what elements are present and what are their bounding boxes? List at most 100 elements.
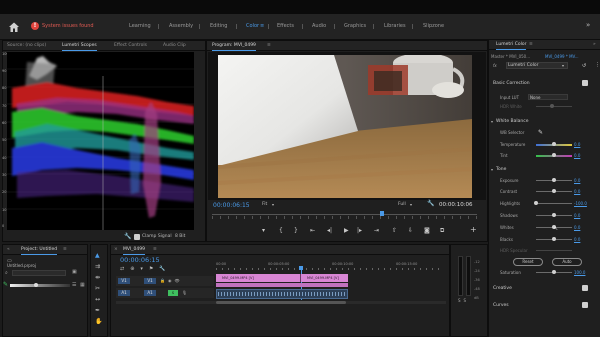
add-button-icon[interactable]: + [470,226,477,234]
wrench-icon[interactable]: 🔧 [124,234,131,240]
play-icon[interactable]: ▶ [344,228,349,234]
a1-track-label[interactable]: A1 [144,290,156,296]
program-timecode[interactable]: 00:00:06:15 [213,202,250,209]
highlights-value[interactable]: -100.0 [574,201,587,206]
go-to-in-icon[interactable]: ⇤ [310,228,315,234]
lumetri-side-menu-icon[interactable]: ⋮ [595,62,600,68]
workspace-editing[interactable]: Editing [210,23,227,29]
new-bin-icon[interactable]: ▣ [72,269,77,275]
thumbnail-slider-knob[interactable] [34,283,38,287]
program-menu-icon[interactable]: ≡ [267,43,271,48]
a1-mic-icon[interactable]: 🎙 [182,290,187,295]
workspace-graphics[interactable]: Graphics [344,23,366,29]
wrench-icon[interactable]: 🔧 [427,201,434,207]
section-white-balance[interactable]: White Balance [496,119,528,124]
timeline-tools-icons[interactable]: ⇄⊕▾⚑🔧 [120,266,172,272]
track-select-tool-icon[interactable]: ⇉ [95,263,100,270]
contrast-value[interactable]: 0.0 [574,189,580,194]
exposure-value[interactable]: 0.0 [574,178,580,183]
marker-icon[interactable]: ▾ [262,228,265,234]
quality-chevron-icon[interactable]: ▾ [410,202,412,207]
project-more-icon[interactable]: « [7,247,10,252]
step-forward-icon[interactable]: |▸ [357,228,362,234]
compare-icon[interactable]: ⧉ [440,228,444,234]
meter-solo-buttons[interactable]: SS [458,298,469,303]
system-warning-text[interactable]: System issues found [42,23,94,29]
slip-tool-icon[interactable]: ↔ [95,296,100,303]
more-workspaces-icon[interactable]: » [586,21,590,29]
curves-checkbox[interactable] [582,302,588,308]
timeline-scroll-thumb[interactable] [216,301,346,304]
lumetri-more-icon[interactable]: » [593,42,596,47]
program-scrub-bar[interactable] [212,214,477,215]
auto-button[interactable]: Auto [552,258,582,266]
workspace-slipzone[interactable]: Slipzone [423,23,444,29]
icon-view-icon[interactable]: ▦ [80,282,85,288]
video-clip[interactable]: MVI_0499.MP4 [V] [300,274,348,282]
warning-icon[interactable]: ! [31,22,39,30]
mark-out-icon[interactable]: } [294,228,298,234]
tab-lumetri-scopes[interactable]: Lumetri Scopes [62,43,97,51]
tab-audio-clip[interactable]: Audio Clip [163,43,186,48]
highlights-slider[interactable] [536,203,572,204]
eyedropper-icon[interactable]: ✎ [538,129,543,136]
workspace-learning[interactable]: Learning [129,23,151,29]
ripple-edit-tool-icon[interactable]: ⇹ [95,274,100,281]
video-clip[interactable]: MVI_0499.MP4 [V] [216,274,300,282]
section-tone[interactable]: Tone [496,167,506,172]
section-curves[interactable]: Curves [493,303,509,308]
program-title[interactable]: Program: MVI_0499 [212,43,256,51]
tab-source[interactable]: Source: (no clips) [7,43,46,48]
v1-track-controls[interactable]: 🔒◉👁 [160,278,183,283]
creative-checkbox[interactable] [582,285,588,291]
go-to-out-icon[interactable]: ⇥ [374,228,379,234]
camera-icon[interactable]: ◙ [424,228,430,234]
v1-source-patch[interactable]: V1 [118,278,130,284]
saturation-knob[interactable] [552,270,556,274]
v1-track-label[interactable]: V1 [144,278,156,284]
section-creative[interactable]: Creative [493,286,512,291]
pen-tool-icon[interactable]: ✒ [95,307,100,314]
step-back-icon[interactable]: ◂| [327,228,332,234]
a1-solo-button[interactable]: S [168,290,178,296]
whites-value[interactable]: 0.0 [574,225,580,230]
bit-depth-select[interactable]: 8 Bit [175,234,185,239]
temperature-knob[interactable] [552,142,556,146]
workspace-assembly[interactable]: Assembly [169,23,193,29]
selection-tool-icon[interactable]: ▲ [95,252,100,259]
thumbnail-size-slider[interactable] [10,284,70,287]
reset-button[interactable]: Reset [513,258,543,266]
shadows-value[interactable]: 0.0 [574,213,580,218]
timeline-timecode[interactable]: 00:00:06:15 [120,256,160,264]
workspace-libraries[interactable]: Libraries [384,23,406,29]
tone-chevron-icon[interactable]: ▾ [491,167,493,172]
tab-lumetri-color[interactable]: Lumetri Color [496,42,527,50]
workspace-menu-icon[interactable]: ≡ [260,23,264,29]
project-menu-icon[interactable]: ≡ [63,247,67,252]
quality-select[interactable]: Full [398,202,406,207]
active-clip-label[interactable]: MVI_0499 * MV... [545,54,579,59]
lumetri-menu-icon[interactable]: ≡ [529,42,533,47]
fit-chevron-icon[interactable]: ▾ [272,202,274,207]
project-title[interactable]: Project: Untitled [21,247,58,255]
temperature-value[interactable]: 0.0 [574,142,580,147]
a1-source-patch[interactable]: A1 [118,290,130,296]
section-basic-correction[interactable]: Basic Correction [493,81,530,86]
workspace-effects[interactable]: Effects [277,23,294,29]
tint-value[interactable]: 0.0 [574,153,580,158]
highlights-knob[interactable] [534,201,538,205]
tint-knob[interactable] [552,153,556,157]
workspace-color[interactable]: Color [246,23,259,29]
white-balance-chevron-icon[interactable]: ▾ [491,119,493,124]
reset-effect-icon[interactable]: ↺ [582,63,586,69]
master-clip-label[interactable]: Master * MVI_050... [491,54,530,59]
workspace-audio[interactable]: Audio [312,23,326,29]
mark-in-icon[interactable]: { [279,228,283,234]
saturation-value[interactable]: 100.0 [574,270,585,275]
home-icon[interactable] [8,21,20,33]
blacks-value[interactable]: 0.0 [574,237,580,242]
razor-tool-icon[interactable]: ✂ [95,285,100,292]
list-view-icon[interactable]: ☰ [72,282,76,288]
effect-chevron-icon[interactable]: ▾ [562,63,564,68]
timeline-title[interactable]: MVI_0499 [123,247,145,255]
